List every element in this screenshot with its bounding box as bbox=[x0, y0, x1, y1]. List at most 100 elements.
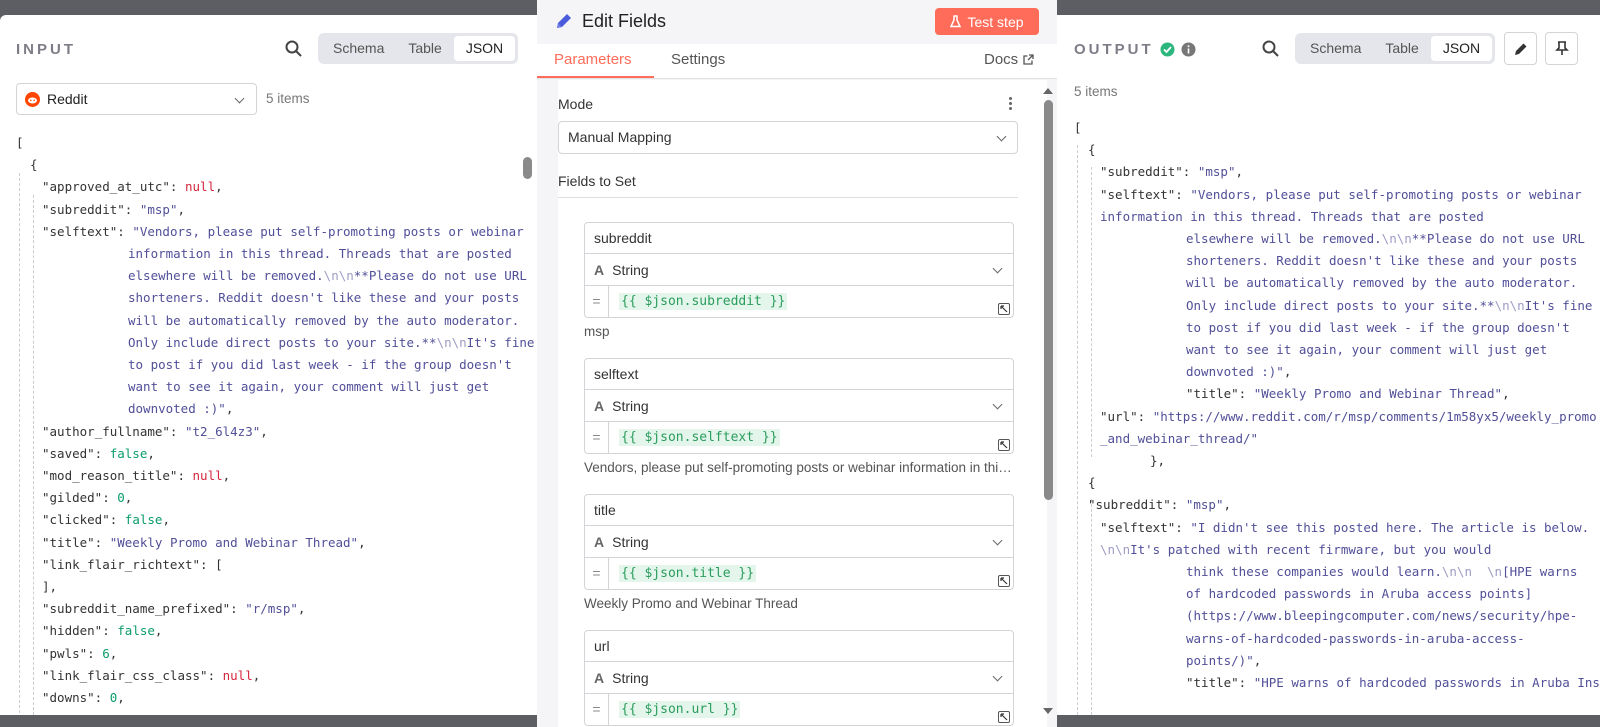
json-token: , bbox=[147, 445, 155, 461]
json-token: information in this thread. Threads that… bbox=[1100, 208, 1484, 224]
expression-mode-icon: = bbox=[585, 286, 609, 317]
tab-table[interactable]: Table bbox=[1373, 36, 1430, 61]
pencil-icon bbox=[553, 10, 575, 32]
json-line: [ bbox=[16, 132, 534, 154]
json-line: "subreddit": "msp", bbox=[16, 199, 534, 221]
field-value-input[interactable]: = {{ $json.title }} bbox=[584, 558, 1014, 590]
json-line: "selftext": "Vendors, please put self-pr… bbox=[16, 221, 534, 243]
expression-mode-icon: = bbox=[585, 558, 609, 589]
json-line: "selftext": "I didn't see this posted he… bbox=[1074, 517, 1600, 539]
chevron-down-icon bbox=[234, 93, 245, 104]
expand-icon[interactable] bbox=[998, 575, 1010, 587]
field-type-select[interactable]: A String bbox=[584, 254, 1014, 286]
field-name-input[interactable]: selftext bbox=[584, 358, 1014, 390]
json-line: think these companies would learn.\n\n \… bbox=[1074, 561, 1600, 583]
scroll-up-icon[interactable] bbox=[1043, 88, 1053, 94]
json-line: "downs": 0, bbox=[16, 687, 534, 709]
json-token: , bbox=[117, 690, 125, 706]
json-token: "subreddit_name_prefixed": bbox=[42, 601, 246, 617]
source-node-select[interactable]: Reddit bbox=[16, 83, 257, 115]
tab-json[interactable]: JSON bbox=[453, 36, 516, 61]
json-token: 0 bbox=[117, 490, 125, 506]
field-type-label: String bbox=[612, 669, 649, 686]
json-line: "title": "HPE warns of hardcoded passwor… bbox=[1074, 672, 1600, 694]
active-tab-indicator bbox=[537, 76, 654, 78]
json-token: warns-of-hardcoded-passwords-in-aruba-ac… bbox=[1186, 630, 1525, 646]
json-token: [ bbox=[16, 135, 24, 150]
tab-json[interactable]: JSON bbox=[1430, 36, 1493, 61]
json-token: , bbox=[215, 179, 223, 195]
tab-table[interactable]: Table bbox=[396, 36, 453, 61]
expand-icon[interactable] bbox=[998, 303, 1010, 315]
scroll-down-icon[interactable] bbox=[1043, 708, 1053, 714]
field-type-select[interactable]: A String bbox=[584, 390, 1014, 422]
json-line: "gilded": 0, bbox=[16, 487, 534, 509]
json-line: information in this thread. Threads that… bbox=[1074, 206, 1600, 228]
json-token: , bbox=[177, 201, 186, 217]
field-type-select[interactable]: A String bbox=[584, 662, 1014, 694]
field-type-label: String bbox=[612, 533, 649, 550]
tab-settings[interactable]: Settings bbox=[671, 51, 725, 68]
field-type-select[interactable]: A String bbox=[584, 526, 1014, 558]
tab-schema[interactable]: Schema bbox=[1298, 36, 1373, 61]
mode-select[interactable]: Manual Mapping bbox=[558, 121, 1018, 154]
chevron-down-icon bbox=[992, 399, 1003, 410]
json-line: "subreddit": "msp", bbox=[1074, 494, 1600, 516]
pin-data-button[interactable] bbox=[1545, 32, 1578, 65]
json-token: \n\n bbox=[1494, 297, 1525, 313]
json-token: false bbox=[124, 512, 163, 528]
json-line: "clicked": false, bbox=[16, 509, 534, 531]
parameters-scrollbar[interactable] bbox=[1044, 100, 1053, 500]
json-token: "gilded": bbox=[42, 490, 118, 506]
json-token: elsewhere will be removed. bbox=[1186, 231, 1382, 247]
options-menu-icon[interactable] bbox=[1009, 97, 1012, 110]
tab-parameters[interactable]: Parameters bbox=[554, 51, 632, 68]
input-scrollbar[interactable] bbox=[523, 157, 532, 179]
json-token: elsewhere will be removed. bbox=[128, 268, 324, 284]
field-name-input[interactable]: title bbox=[584, 494, 1014, 526]
json-token: "link_flair_css_class": bbox=[42, 667, 223, 683]
json-token: [ bbox=[215, 556, 223, 572]
field-value-input[interactable]: = {{ $json.selftext }} bbox=[584, 422, 1014, 454]
info-icon[interactable] bbox=[1181, 42, 1196, 57]
tab-schema[interactable]: Schema bbox=[321, 36, 396, 61]
field-value-input[interactable]: = {{ $json.url }} bbox=[584, 694, 1014, 726]
json-token: , bbox=[124, 490, 133, 506]
json-line: of hardcoded passwords in Aruba access p… bbox=[1074, 583, 1600, 605]
expand-icon[interactable] bbox=[998, 439, 1010, 451]
json-token: \n\n bbox=[436, 334, 467, 350]
json-token: of hardcoded passwords in Aruba access p… bbox=[1186, 586, 1533, 602]
json-token: "subreddit": bbox=[1088, 497, 1186, 513]
json-line: "title": "Weekly Promo and Webinar Threa… bbox=[16, 532, 534, 554]
field-name-input[interactable]: url bbox=[584, 630, 1014, 662]
output-panel: OUTPUT Schema Table JSON 5 items [{"subr… bbox=[1057, 15, 1600, 715]
json-token: downvoted :)" bbox=[128, 401, 226, 417]
search-icon[interactable] bbox=[1260, 38, 1280, 58]
json-line: { bbox=[1074, 139, 1600, 161]
search-icon[interactable] bbox=[283, 38, 303, 58]
field-result-preview: Vendors, please put self-promoting posts… bbox=[584, 460, 1014, 475]
field-card-url: url A String = {{ $json.url }} bbox=[584, 630, 1014, 727]
json-token: "title": bbox=[1186, 386, 1254, 402]
json-token: , bbox=[1253, 652, 1262, 668]
json-line: _and_webinar_thread/" bbox=[1074, 428, 1600, 450]
json-line: "title": "Weekly Promo and Webinar Threa… bbox=[1074, 383, 1600, 405]
docs-label: Docs bbox=[984, 51, 1019, 68]
json-token: null bbox=[222, 667, 253, 683]
json-line: shorteners. Reddit doesn't like these an… bbox=[16, 287, 534, 309]
json-token: **Please do not use URL bbox=[1411, 231, 1585, 247]
json-token: , bbox=[1502, 386, 1510, 402]
edit-output-button[interactable] bbox=[1504, 32, 1537, 65]
pin-icon bbox=[1554, 41, 1569, 55]
json-token: "hidden": bbox=[42, 623, 118, 639]
json-token: points/)" bbox=[1186, 652, 1254, 668]
json-token: "selftext": bbox=[1100, 519, 1191, 535]
field-name-input[interactable]: subreddit bbox=[584, 222, 1014, 254]
json-line: "hidden": false, bbox=[16, 620, 534, 642]
json-line: { bbox=[1074, 472, 1600, 494]
json-line: Only include direct posts to your site.*… bbox=[16, 332, 534, 354]
docs-link[interactable]: Docs bbox=[984, 51, 1034, 68]
expand-icon[interactable] bbox=[998, 711, 1010, 723]
test-step-button[interactable]: Test step bbox=[935, 8, 1039, 35]
field-value-input[interactable]: = {{ $json.subreddit }} bbox=[584, 286, 1014, 318]
